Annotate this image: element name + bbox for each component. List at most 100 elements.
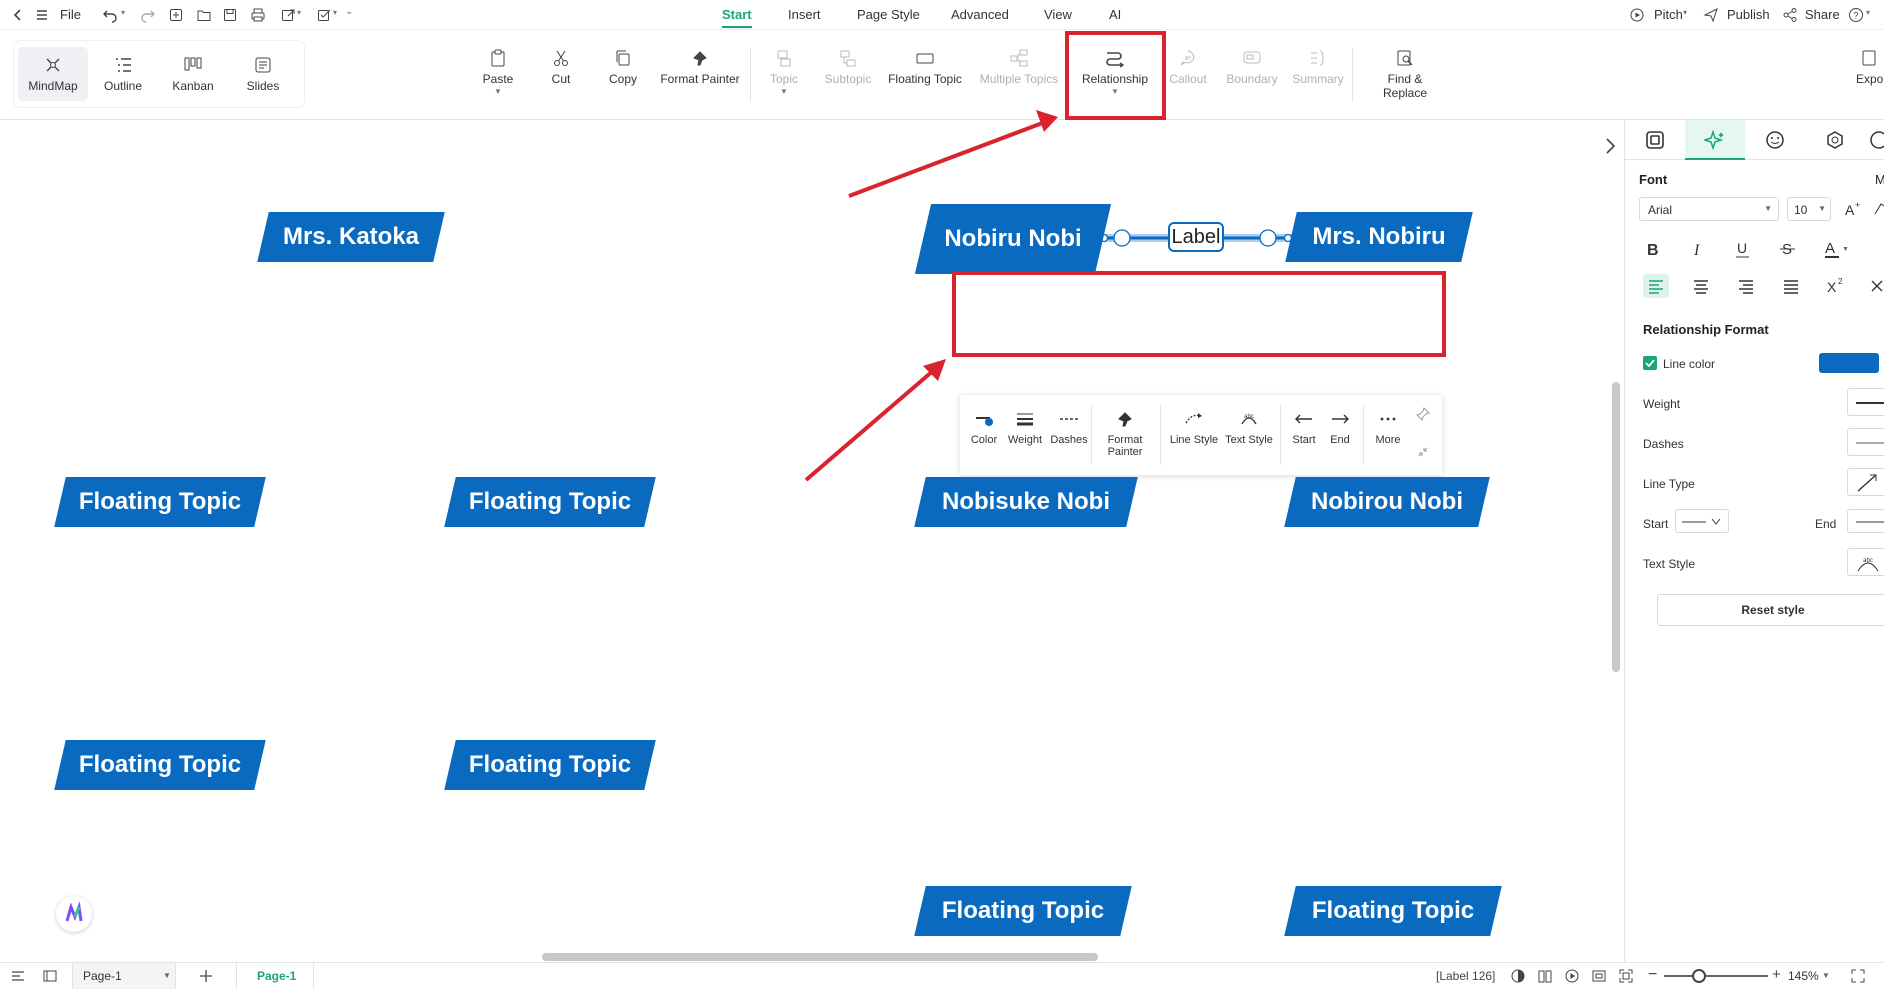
save-icon[interactable] (222, 7, 238, 23)
print-icon[interactable] (250, 7, 266, 23)
floating-topic-button[interactable]: Floating Topic (884, 48, 966, 86)
font-family-select[interactable]: Arial ▼ (1639, 197, 1779, 221)
highlighter-icon[interactable] (1873, 200, 1884, 218)
vertical-scrollbar[interactable] (1612, 382, 1620, 672)
relationship-label-box[interactable]: Label (1168, 222, 1224, 252)
mindmap-canvas[interactable]: Mrs. Katoka Label Nobiru Nobi Mrs. Nobir… (0, 120, 1624, 962)
floating-topic[interactable]: Floating Topic (444, 740, 656, 790)
align-left-button[interactable] (1643, 274, 1669, 298)
theme-toggle-icon[interactable] (1510, 968, 1526, 984)
topic-mrs-nobiru[interactable]: Mrs. Nobiru (1285, 212, 1473, 262)
tab-icons[interactable] (1745, 120, 1805, 160)
file-menu[interactable]: File (60, 7, 81, 22)
view-kanban[interactable]: Kanban (158, 47, 228, 101)
page-select[interactable]: Page-1 ▼ (72, 963, 176, 989)
zoom-level[interactable]: 145% (1788, 969, 1819, 983)
help-icon[interactable]: ? (1848, 7, 1864, 23)
floating-topic[interactable]: Floating Topic (54, 740, 266, 790)
zoom-slider[interactable] (1664, 975, 1768, 977)
floating-topic[interactable]: Floating Topic (54, 477, 266, 527)
share-icon[interactable] (1782, 7, 1798, 23)
task-dropdown[interactable]: ▾ (333, 8, 337, 17)
multiple-topics-button[interactable]: Multiple Topics (976, 48, 1062, 86)
export-icon[interactable] (280, 7, 296, 23)
reset-style-button[interactable]: Reset style (1657, 594, 1884, 626)
tab-start[interactable]: Start (722, 7, 752, 28)
dashes-select[interactable] (1847, 428, 1884, 456)
bold-icon[interactable]: B (1643, 239, 1663, 259)
export-dropdown[interactable]: ▾ (297, 8, 301, 17)
task-icon[interactable] (316, 7, 332, 23)
align-center-icon[interactable] (1688, 274, 1714, 298)
clear-format-icon[interactable] (1869, 276, 1884, 296)
pitch-button[interactable]: Pitch (1654, 7, 1683, 22)
paste-button[interactable]: Paste ▼ (478, 48, 518, 96)
help-dropdown[interactable]: ▾ (1866, 8, 1870, 17)
view-slides[interactable]: Slides (228, 47, 298, 101)
line-color-swatch[interactable] (1819, 353, 1879, 373)
floating-topic[interactable]: Floating Topic (914, 886, 1132, 936)
menu-icon[interactable] (34, 7, 50, 23)
floating-topic[interactable]: Floating Topic (1284, 886, 1502, 936)
undo-icon[interactable] (102, 7, 118, 23)
topic-button[interactable]: Topic ▼ (764, 48, 804, 96)
open-folder-icon[interactable] (196, 7, 212, 23)
play-icon[interactable] (1564, 968, 1580, 984)
assistant-badge[interactable] (56, 896, 92, 932)
floating-topic[interactable]: Floating Topic (444, 477, 656, 527)
line-type-select[interactable] (1847, 468, 1884, 496)
collapse-icon[interactable] (1418, 447, 1428, 457)
view-outline[interactable]: Outline (88, 47, 158, 101)
superscript-icon[interactable]: X2 (1823, 274, 1849, 298)
start-arrow-select[interactable] (1675, 509, 1729, 533)
rel-dashes-button[interactable]: Dashes (1046, 409, 1092, 446)
topic-nobirou-nobi[interactable]: Nobirou Nobi (1284, 477, 1490, 527)
format-painter-button[interactable]: Format Painter (660, 48, 740, 86)
tab-ai-format[interactable] (1685, 120, 1745, 160)
customize-quick-access[interactable]: ⌄ (345, 6, 353, 17)
rel-more-button[interactable]: More (1370, 409, 1406, 446)
line-color-checkbox[interactable] (1643, 356, 1657, 370)
topic-nobisuke-nobi[interactable]: Nobisuke Nobi (914, 477, 1138, 527)
share-button[interactable]: Share (1805, 7, 1840, 22)
back-icon[interactable] (10, 7, 26, 23)
page-panel-icon[interactable] (42, 968, 58, 984)
publish-button[interactable]: Publish (1727, 7, 1770, 22)
callout-button[interactable]: Callout (1166, 48, 1210, 86)
tab-ai[interactable]: AI (1109, 7, 1121, 22)
pin-icon[interactable] (1416, 407, 1430, 421)
summary-button[interactable]: Summary (1290, 48, 1346, 86)
book-icon[interactable] (1537, 968, 1553, 984)
pitch-icon[interactable] (1629, 7, 1645, 23)
zoom-in-button[interactable]: + (1772, 966, 1781, 983)
export-button[interactable]: Expo (1856, 48, 1884, 86)
chevron-right-icon[interactable] (1603, 136, 1617, 156)
zoom-out-button[interactable]: − (1648, 966, 1657, 984)
horizontal-scrollbar[interactable] (542, 953, 1098, 961)
subtopic-button[interactable]: Subtopic (820, 48, 876, 86)
copy-button[interactable]: Copy (603, 48, 643, 86)
align-right-icon[interactable] (1733, 274, 1759, 298)
tab-theme[interactable] (1805, 120, 1865, 160)
topic-caret[interactable]: ▼ (764, 87, 804, 96)
tab-page-style[interactable]: Page Style (857, 7, 920, 22)
paste-caret[interactable]: ▼ (478, 87, 518, 96)
publish-icon[interactable] (1703, 7, 1719, 23)
rel-end-button[interactable]: End (1322, 409, 1358, 446)
pitch-dropdown[interactable]: ▾ (1683, 8, 1687, 17)
rel-weight-button[interactable]: Weight (1004, 409, 1046, 446)
tab-more[interactable] (1865, 120, 1884, 160)
increase-font-icon[interactable]: A + (1843, 200, 1863, 218)
page-tab-active[interactable]: Page-1 (236, 963, 314, 989)
cut-button[interactable]: Cut (541, 48, 581, 86)
tab-advanced[interactable]: Advanced (951, 7, 1009, 22)
undo-dropdown[interactable]: ▾ (121, 8, 125, 17)
tab-style[interactable] (1625, 120, 1685, 160)
justify-icon[interactable] (1778, 274, 1804, 298)
tab-insert[interactable]: Insert (788, 7, 821, 22)
fit-screen-icon[interactable] (1618, 968, 1634, 984)
weight-select[interactable] (1847, 388, 1884, 416)
rel-start-button[interactable]: Start (1286, 409, 1322, 446)
topic-nobiru-nobi[interactable]: Nobiru Nobi (914, 204, 1112, 274)
fit-page-icon[interactable] (1591, 968, 1607, 984)
